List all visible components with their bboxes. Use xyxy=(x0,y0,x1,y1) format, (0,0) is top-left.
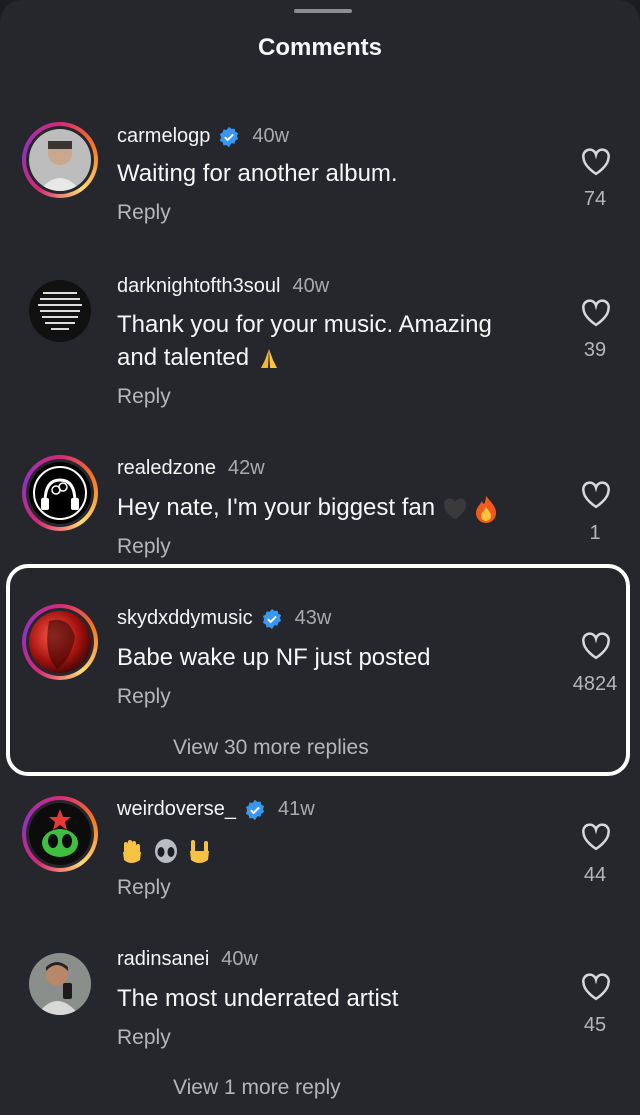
comment-username[interactable]: skydxddymusic xyxy=(117,607,253,630)
avatar[interactable] xyxy=(22,604,98,680)
reply-button[interactable]: Reply xyxy=(117,685,171,709)
like-count: 44 xyxy=(583,864,607,886)
comment-username[interactable]: carmelogp xyxy=(117,125,210,148)
comment-age: 40w xyxy=(292,275,330,297)
verified-badge-icon xyxy=(262,608,281,629)
comment-text: The most underrated artist xyxy=(117,985,399,1012)
like-count: 45 xyxy=(583,1014,607,1036)
comment-age: 42w xyxy=(227,457,265,479)
comment-age: 41w xyxy=(277,798,315,820)
drag-handle[interactable] xyxy=(294,9,352,13)
comment-text: Thank you for your music. Amazing and ta… xyxy=(117,311,492,371)
rock-hand-emoji-icon xyxy=(190,839,210,863)
black-heart-emoji-icon xyxy=(443,497,466,519)
comment-text: Waiting for another album. xyxy=(117,160,398,187)
comment-username[interactable]: darknightofth3soul xyxy=(117,275,280,298)
like-count: 74 xyxy=(583,188,607,210)
avatar[interactable] xyxy=(22,455,98,531)
reply-button[interactable]: Reply xyxy=(117,201,171,225)
comment-age: 43w xyxy=(294,607,332,629)
comment-text: Babe wake up NF just posted xyxy=(117,644,431,671)
like-heart-icon[interactable] xyxy=(581,481,611,509)
like-count: 1 xyxy=(589,522,601,544)
sheet-title: Comments xyxy=(257,34,383,61)
view-more-replies-button[interactable]: View 30 more replies xyxy=(173,736,369,760)
reply-button[interactable]: Reply xyxy=(117,385,171,409)
like-heart-icon[interactable] xyxy=(581,299,611,327)
like-count: 4824 xyxy=(572,673,618,695)
alien-emoji-icon xyxy=(154,838,177,863)
reply-button[interactable]: Reply xyxy=(117,1026,171,1050)
like-heart-icon[interactable] xyxy=(581,632,611,660)
avatar[interactable] xyxy=(22,946,98,1022)
like-heart-icon[interactable] xyxy=(581,148,611,176)
verified-badge-icon xyxy=(220,126,239,147)
view-more-replies-button[interactable]: View 1 more reply xyxy=(173,1076,341,1100)
comments-sheet: Comments carmelogp 40w Waiting for anoth… xyxy=(0,0,640,1115)
comment-age: 40w xyxy=(221,948,258,970)
avatar[interactable] xyxy=(22,122,98,198)
comment-text xyxy=(117,834,557,867)
fire-emoji-icon xyxy=(476,495,497,523)
comment-username[interactable]: weirdoverse_ xyxy=(117,798,236,821)
avatar[interactable] xyxy=(22,273,98,349)
raised-hand-emoji-icon xyxy=(123,839,141,863)
comment-text: Hey nate, I'm your biggest fan xyxy=(117,491,557,524)
comment-age: 40w xyxy=(252,125,290,147)
avatar[interactable] xyxy=(22,796,98,872)
comment-username[interactable]: realedzone xyxy=(117,457,216,480)
reply-button[interactable]: Reply xyxy=(117,535,171,559)
like-heart-icon[interactable] xyxy=(581,823,611,851)
verified-badge-icon xyxy=(245,799,265,820)
folded-hands-emoji-icon xyxy=(260,348,277,368)
like-count: 39 xyxy=(583,339,607,361)
like-heart-icon[interactable] xyxy=(581,973,611,1001)
reply-button[interactable]: Reply xyxy=(117,876,171,900)
comment-username[interactable]: radinsanei xyxy=(117,948,209,971)
